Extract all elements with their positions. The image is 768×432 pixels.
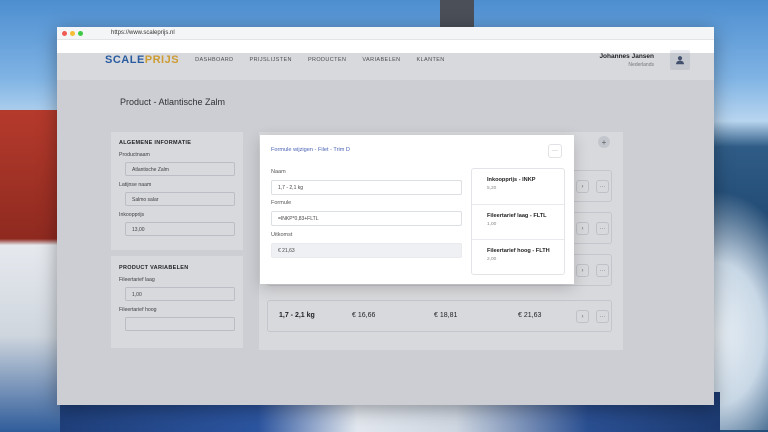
minimize-window-button[interactable] (70, 30, 75, 36)
browser-toolbar: https://www.scaleprijs.nl (57, 27, 714, 40)
naam-label: Naam (271, 169, 286, 175)
browser-window: https://www.scaleprijs.nl SCALEPRIJS DAS… (57, 27, 714, 405)
background-mast (440, 0, 474, 28)
modal-title: Formule wijzigen - Filet - Trim D (271, 147, 350, 153)
variable-item-inkp[interactable]: Inkoopprijs - INKP 5,20 (472, 169, 564, 205)
modal-more-button[interactable]: ··· (548, 144, 562, 158)
naam-input[interactable]: 1,7 - 2,1 kg (271, 180, 462, 195)
window-controls (57, 30, 83, 36)
edit-formula-modal: Formule wijzigen - Filet - Trim D ··· Na… (260, 135, 574, 284)
address-bar[interactable]: https://www.scaleprijs.nl (111, 30, 175, 36)
uitkomst-label: Uitkomst (271, 232, 293, 238)
close-window-button[interactable] (62, 30, 67, 36)
variable-item-fltl[interactable]: Fileertarief laag - FLTL 1,00 (472, 205, 564, 241)
variable-value: 5,20 (487, 186, 497, 191)
variable-value: 2,00 (487, 257, 497, 263)
formule-label: Formule (271, 200, 292, 206)
variable-value: 1,00 (487, 221, 497, 227)
variable-title: Fileertarief hoog - FLTH (487, 248, 550, 255)
variable-title: Inkoopprijs - INKP (487, 177, 536, 183)
uitkomst-output: € 21,63 (271, 243, 462, 258)
maximize-window-button[interactable] (78, 30, 83, 36)
variable-item-flth[interactable]: Fileertarief hoog - FLTH 2,00 (472, 240, 564, 276)
formule-input[interactable]: =INKP*0,83+FLTL (271, 211, 462, 226)
variable-title: Fileertarief laag - FLTL (487, 212, 547, 219)
variables-list: Inkoopprijs - INKP 5,20 Fileertarief laa… (471, 168, 565, 275)
app-area: SCALEPRIJS DASHBOARD PRIJSLIJSTEN PRODUC… (57, 40, 714, 405)
